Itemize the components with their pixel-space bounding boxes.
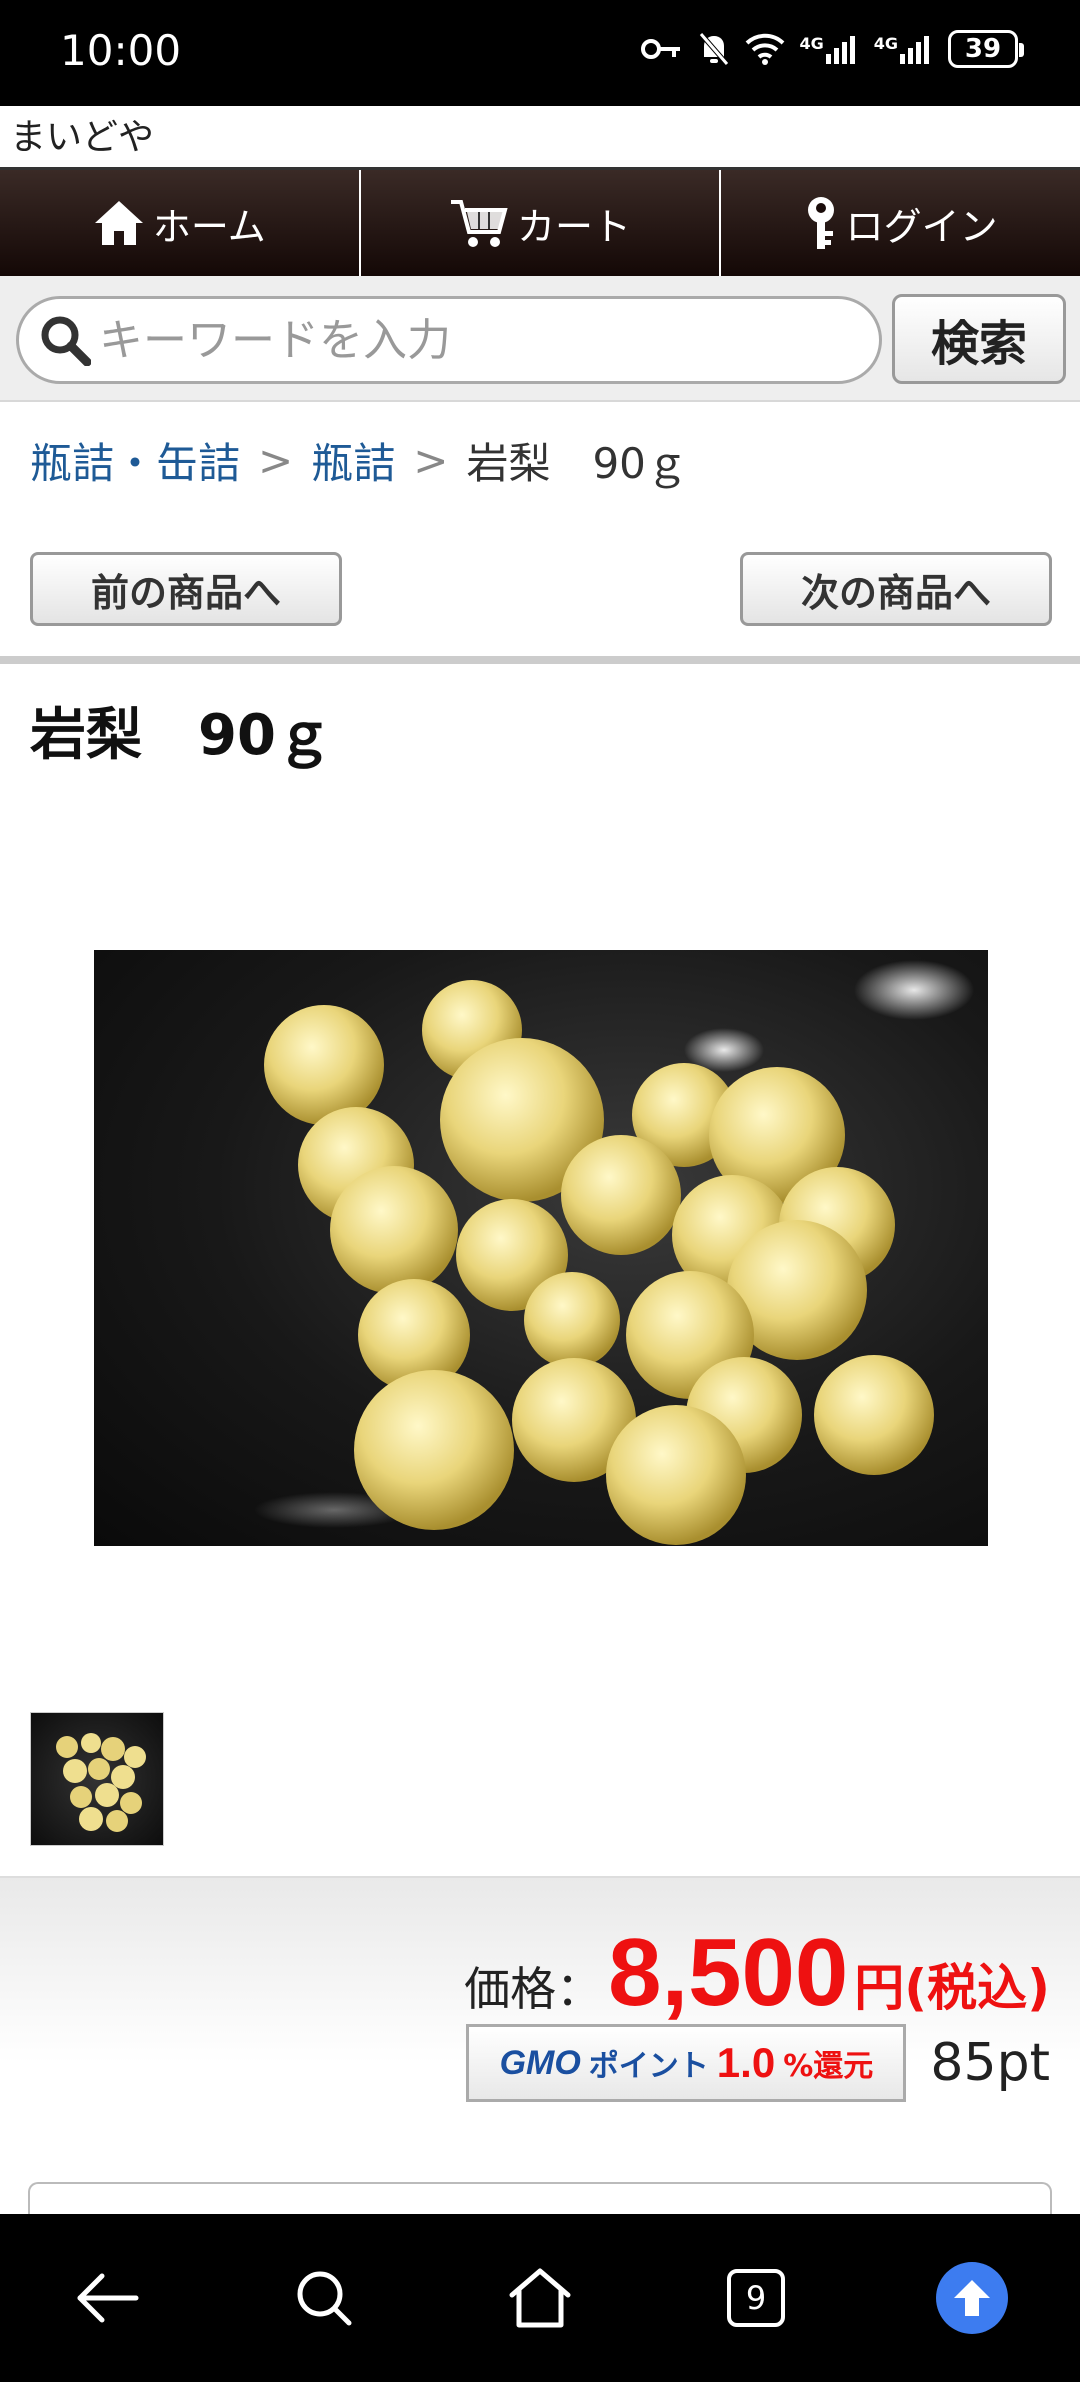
main-nav: ホーム カート ログイン: [0, 170, 1080, 276]
signal-bars-icon: [900, 36, 929, 64]
network-type-label: 4G: [799, 34, 824, 53]
battery-level: 39: [964, 34, 1002, 64]
gmo-rate: 1.0: [716, 2039, 776, 2086]
gmo-return-text: %還元: [783, 2049, 874, 2084]
prev-product-button[interactable]: 前の商品へ: [30, 552, 342, 626]
gmo-point-text: ポイント: [588, 2049, 709, 2084]
nav-cart[interactable]: カート: [361, 170, 722, 276]
product-main-image[interactable]: [94, 950, 988, 1546]
price-label: 価格：: [464, 1962, 603, 2016]
breadcrumb-link-category[interactable]: 瓶詰・缶詰: [30, 430, 240, 491]
section-divider: [0, 656, 1080, 664]
status-bar: 10:00 4G 4G 39: [0, 0, 1080, 106]
signal-1: 4G: [799, 34, 859, 64]
network-type-label: 4G: [873, 34, 898, 53]
arrow-up-icon: [936, 2262, 1008, 2334]
search-button[interactable]: 検索: [892, 294, 1066, 384]
gmo-point-badge[interactable]: GMO ポイント 1.0 %還元: [466, 2024, 907, 2102]
site-title[interactable]: まいどや: [0, 106, 1080, 170]
thumbnail-photo: [56, 1733, 146, 1832]
search-nav-button[interactable]: [264, 2238, 384, 2358]
gmo-point-row: GMO ポイント 1.0 %還元 85pt: [466, 2024, 1050, 2102]
nav-cart-label: カート: [517, 204, 632, 249]
search-icon: [41, 316, 91, 366]
nav-login-label: ログイン: [845, 204, 998, 249]
breadcrumb: 瓶詰・缶詰 > 瓶詰 > 岩梨 90ｇ: [30, 430, 688, 491]
signal-2: 4G: [874, 34, 934, 64]
tabs-count-icon: 9: [727, 2269, 785, 2327]
breadcrumb-separator: >: [413, 436, 449, 485]
search-input[interactable]: [99, 314, 859, 366]
nav-home-label: ホーム: [152, 204, 266, 249]
breadcrumb-current: 岩梨 90ｇ: [466, 439, 688, 488]
back-button[interactable]: [48, 2238, 168, 2358]
product-thumbnail[interactable]: [30, 1712, 164, 1846]
breadcrumb-link-subcategory[interactable]: 瓶詰: [311, 430, 395, 491]
home-icon: [94, 201, 143, 245]
scroll-top-button[interactable]: [912, 2238, 1032, 2358]
price-unit: 円(税込): [854, 1959, 1050, 2017]
points-value: 85pt: [930, 2033, 1050, 2093]
product-photo: [254, 960, 974, 1545]
berry-cluster: [264, 980, 934, 1545]
nav-home[interactable]: ホーム: [0, 170, 361, 276]
search-box[interactable]: [16, 296, 882, 384]
status-time: 10:00: [60, 26, 182, 75]
gmo-brand: GMO: [499, 2043, 581, 2082]
battery-icon: 39: [948, 30, 1024, 68]
tabs-button[interactable]: 9: [696, 2238, 816, 2358]
breadcrumb-separator: >: [258, 436, 294, 485]
search-icon: [297, 2271, 352, 2326]
key-icon: [807, 197, 834, 249]
price-value: 8,500: [608, 1919, 849, 2026]
browser-bottom-nav: 9: [0, 2214, 1080, 2382]
price-area: 価格： 8,500 円(税込) GMO ポイント 1.0 %還元 85pt: [0, 1878, 1080, 2214]
back-arrow-icon: [77, 2273, 139, 2323]
status-icons: 4G 4G 39: [641, 30, 1024, 68]
product-title: 岩梨 90ｇ: [30, 703, 332, 768]
nav-login[interactable]: ログイン: [721, 170, 1080, 276]
cart-icon: [451, 200, 508, 247]
search-area: 検索: [0, 276, 1080, 402]
signal-bars-icon: [825, 36, 855, 64]
next-product-button[interactable]: 次の商品へ: [740, 552, 1052, 626]
vpn-key-icon: [641, 39, 681, 59]
home-nav-button[interactable]: [480, 2238, 600, 2358]
home-outline-icon: [509, 2268, 571, 2328]
price-line: 価格： 8,500 円(税込): [464, 1918, 1050, 2028]
wifi-icon: [746, 33, 785, 65]
mute-bell-icon: [699, 32, 730, 66]
